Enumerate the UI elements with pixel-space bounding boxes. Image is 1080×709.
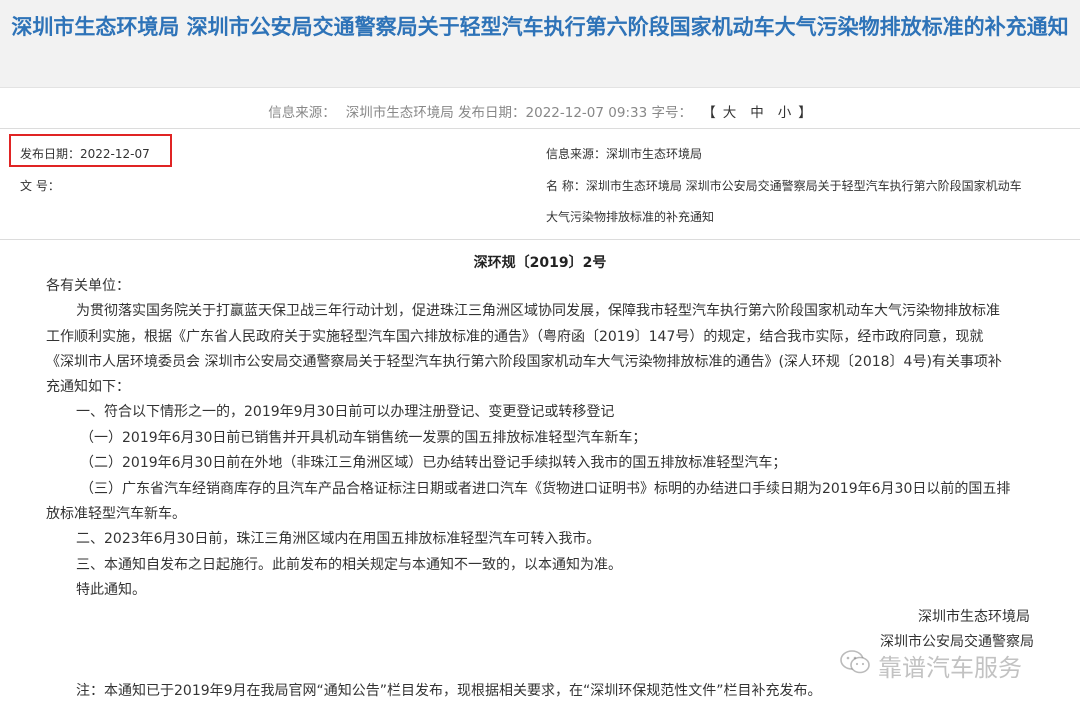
bracket-close: 】 [798,105,812,121]
divider [0,128,1080,129]
body-line: （三）广东省汽车经销商库存的且汽车产品合格证标注日期或者进口汽车《货物进口证明书… [80,481,1011,497]
info-source: 信息来源：深圳市生态环境局 [546,147,703,161]
body-line: 放标准轻型汽车新车。 [46,506,186,522]
body-line: 工作顺利实施，根据《广东省人民政府关于实施轻型汽车国六排放标准的通告》（粤府函〔… [46,329,984,345]
footnote: 注：本通知已于2019年9月在我局官网“通知公告”栏目发布，现根据相关要求，在“… [76,683,822,699]
body-line: （二）2019年6月30日前在外地（非珠江三角洲区域）已办结转出登记手续拟转入我… [80,455,787,471]
source-label: 信息来源： [268,105,336,121]
doc-number-label: 文 号： [20,179,60,193]
font-size-control: 【大中小】 [702,105,812,121]
wechat-icon [840,649,870,681]
body-line: 一、符合以下情形之一的，2019年9月30日前可以办理注册登记、变更登记或转移登… [76,404,615,420]
page-title: 深圳市生态环境局 深圳市公安局交通警察局关于轻型汽车执行第六阶段国家机动车大气污… [11,15,1069,39]
body-line: 三、本通知自发布之日起施行。此前发布的相关规定与本通知不一致的，以本通知为准。 [76,557,622,573]
body-line: 充通知如下： [46,379,130,395]
salutation: 各有关单位： [46,278,130,294]
body-line: 二、2023年6月30日前，珠江三角洲区域内在用国五排放标准轻型汽车可转入我市。 [76,531,601,547]
body-line: 特此通知。 [76,582,146,598]
body-line: （一）2019年6月30日前已销售并开具机动车销售统一发票的国五排放标准轻型汽车… [80,430,647,446]
title-band: 深圳市生态环境局 深圳市公安局交通警察局关于轻型汽车执行第六阶段国家机动车大气污… [0,0,1080,88]
watermark: 靠谱汽车服务 [840,645,1070,685]
source-value: 深圳市生态环境局 [345,105,454,121]
font-small-button[interactable]: 小 [771,105,799,121]
meta-line: 信息来源： 深圳市生态环境局 发布日期：2022-12-07 09:33 字号： … [0,101,1080,121]
font-large-button[interactable]: 大 [716,105,744,121]
doc-number: 深环规〔2019〕2号 [473,255,607,271]
bracket-open: 【 [702,105,716,121]
fontsize-label: 字号： [651,105,692,121]
signer-ecology-bureau: 深圳市生态环境局 [918,609,1030,625]
body-line: 《深圳市人居环境委员会 深圳市公安局交通警察局关于轻型汽车执行第六阶段国家机动车… [46,354,1002,370]
publish-date: 发布日期：2022-12-07 [20,147,150,161]
info-name-line1: 名 称：深圳市生态环境局 深圳市公安局交通警察局关于轻型汽车执行第六阶段国家机动… [546,179,1022,193]
body-line: 为贯彻落实国务院关于打赢蓝天保卫战三年行动计划，促进珠江三角洲区域协同发展，保障… [76,303,1000,319]
date-value: 2022-12-07 09:33 [525,105,648,121]
font-medium-button[interactable]: 中 [743,105,771,121]
date-label: 发布日期： [458,105,526,121]
watermark-text: 靠谱汽车服务 [878,653,1022,682]
info-name-line2: 大气污染物排放标准的补充通知 [546,210,715,224]
divider [0,239,1080,240]
